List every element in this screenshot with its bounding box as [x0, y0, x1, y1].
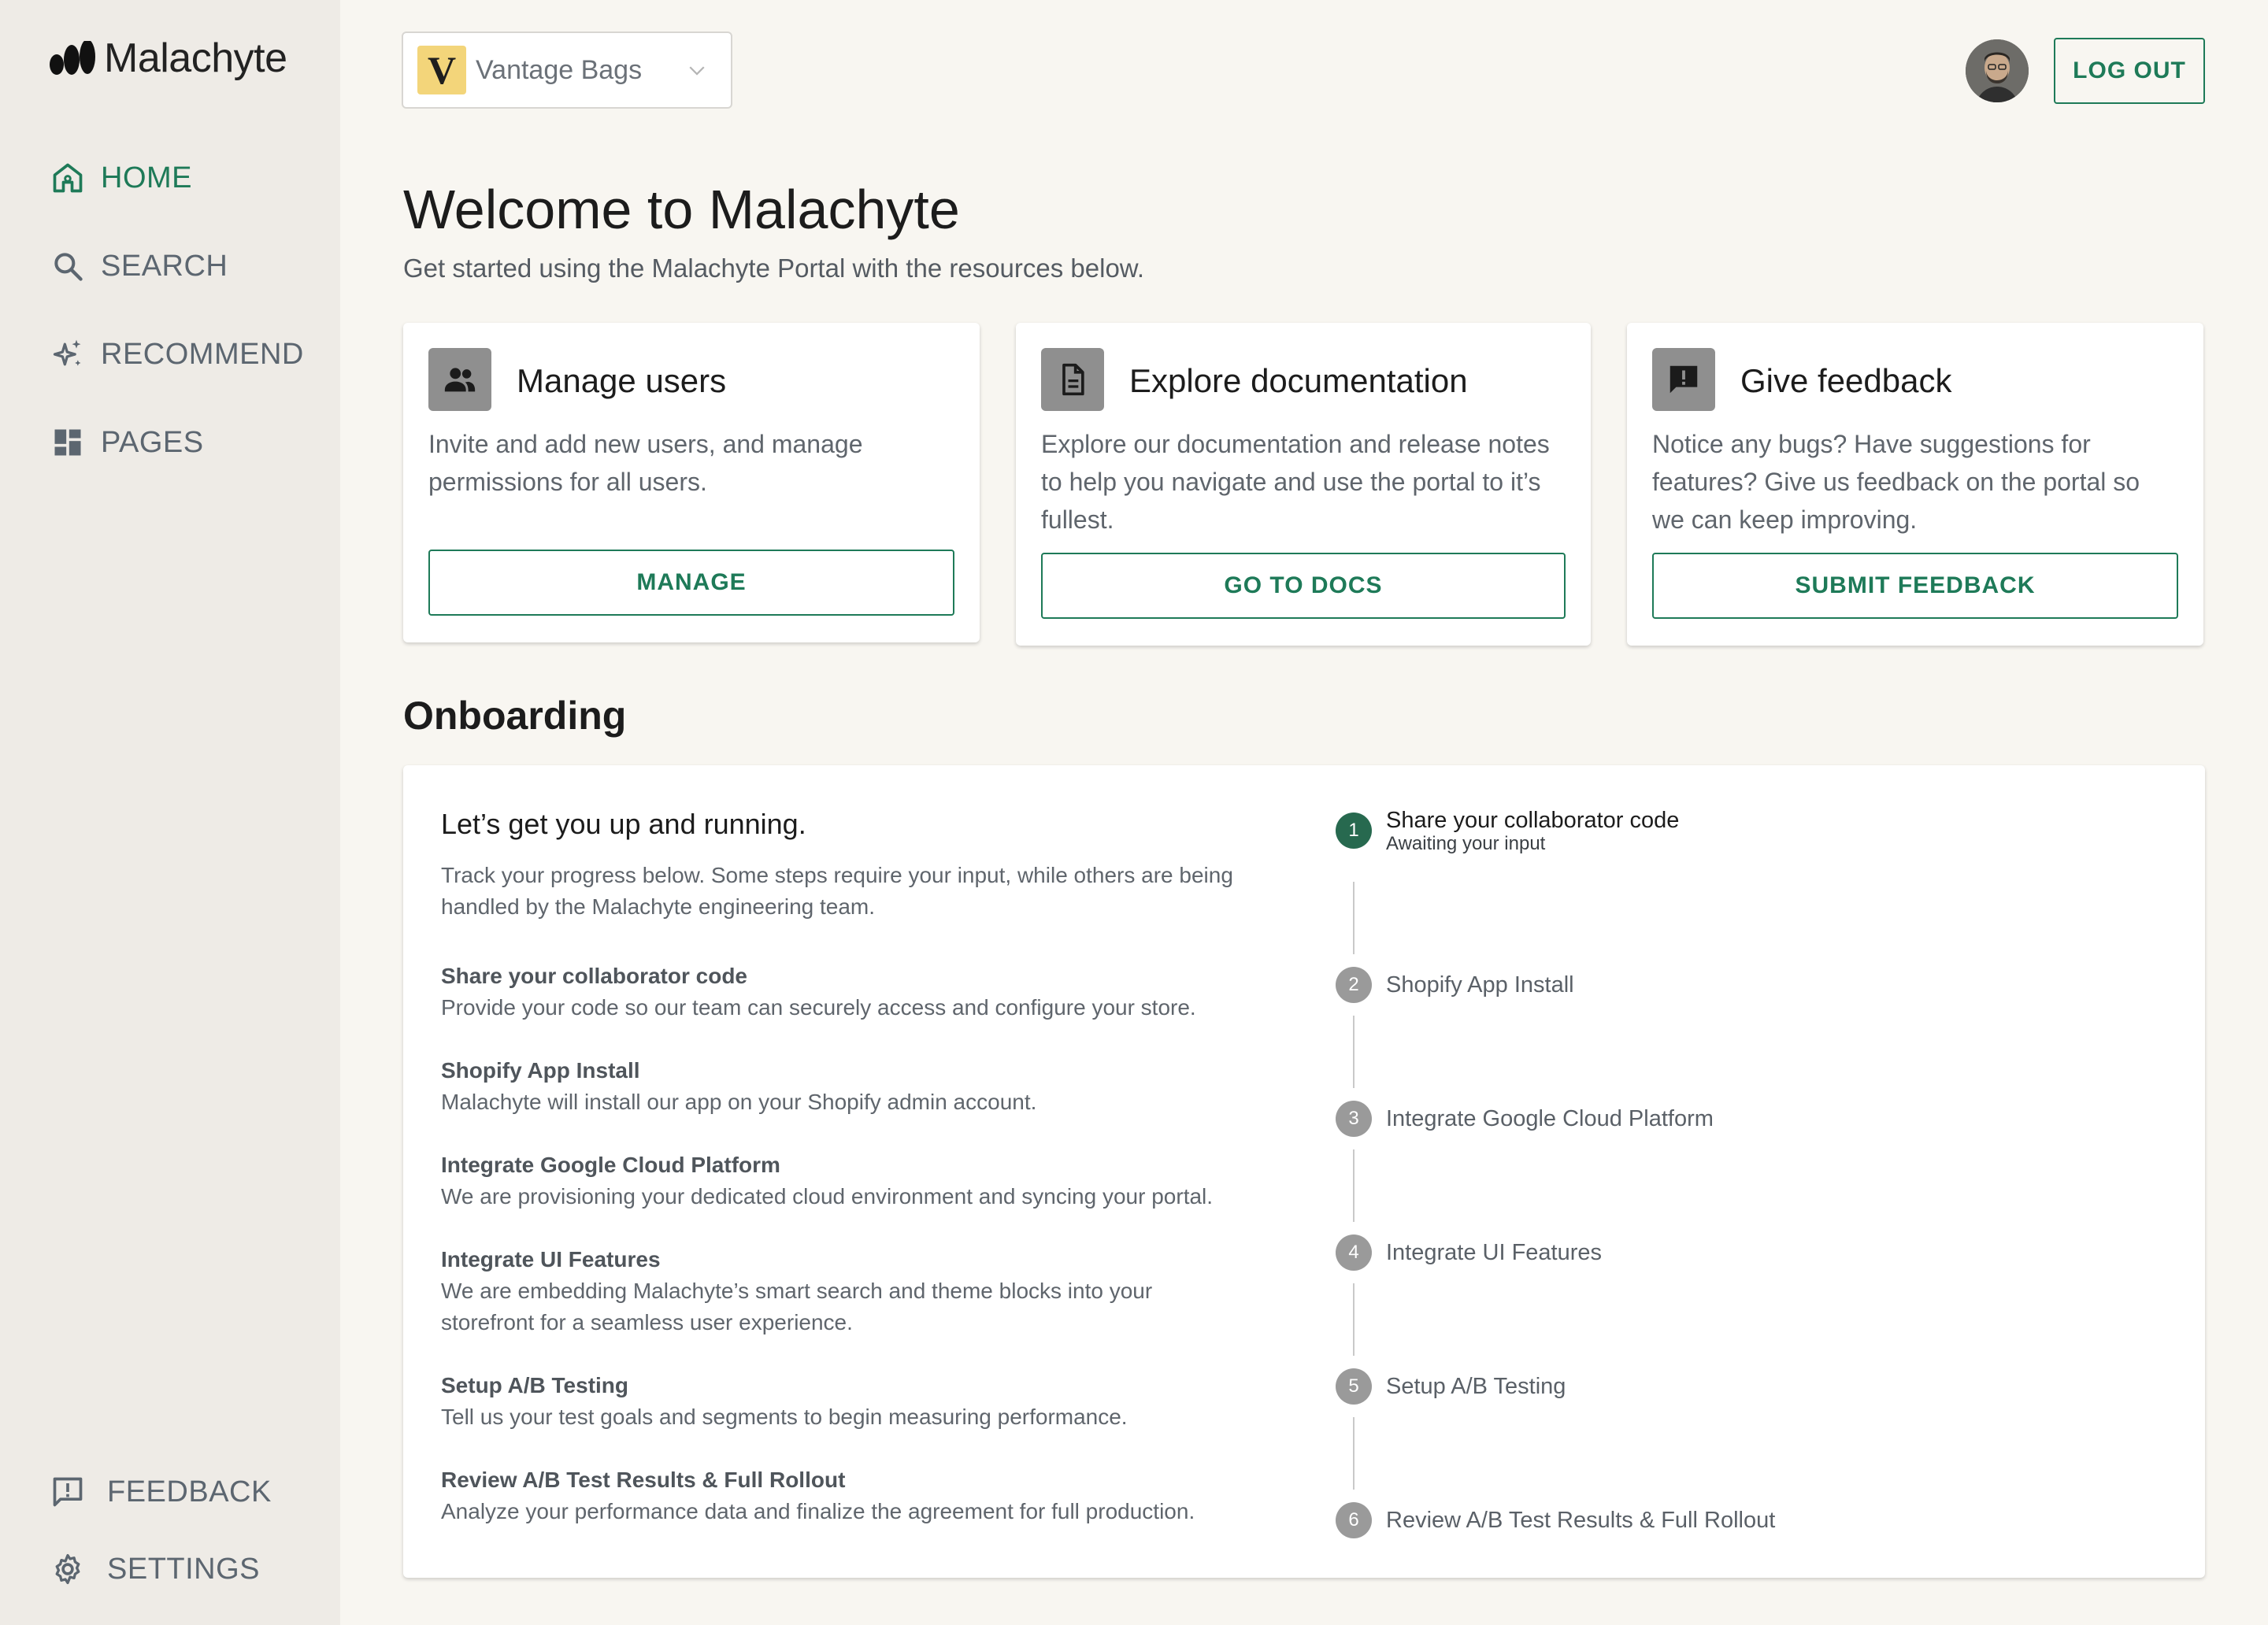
sparkle-icon	[50, 337, 85, 372]
step-title: Integrate UI Features	[441, 1247, 661, 1271]
onboarding-intro: Track your progress below. Some steps re…	[441, 863, 1233, 919]
step-description: Provide your code so our team can secure…	[441, 995, 1196, 1020]
sidebar-item-search[interactable]: SEARCH	[50, 222, 304, 310]
step-number-badge: 6	[1336, 1502, 1372, 1538]
sidebar-item-label: HOME	[101, 161, 192, 194]
sidebar-item-label: PAGES	[101, 425, 204, 459]
stepper-step-label: Integrate UI Features	[1386, 1240, 1603, 1265]
store-name: Vantage Bags	[476, 54, 643, 85]
store-selector[interactable]: V Vantage Bags	[402, 31, 732, 109]
onboarding-step: Integrate UI Features We are embedding M…	[441, 1244, 1197, 1338]
step-description: Malachyte will install our app on your S…	[441, 1090, 1037, 1114]
onboarding-step: Integrate Google Cloud Platform We are p…	[441, 1149, 1268, 1212]
stepper-connector	[1353, 1149, 1354, 1222]
store-logo: V	[417, 46, 466, 94]
stepper-connector	[1353, 1283, 1354, 1356]
manage-button[interactable]: MANAGE	[428, 550, 954, 616]
search-icon	[50, 249, 85, 283]
stepper-step-label: Share your collaborator code	[1386, 808, 1680, 833]
card-title: Give feedback	[1740, 362, 1952, 399]
card-give-feedback: Give feedback Notice any bugs? Have sugg…	[1627, 323, 2203, 646]
stepper-step-text: Share your collaborator code Awaiting yo…	[1372, 808, 1679, 855]
onboarding-step: Setup A/B Testing Tell us your test goal…	[441, 1370, 1268, 1433]
go-to-docs-button[interactable]: GO TO DOCS	[1041, 553, 1566, 619]
bottom-nav: FEEDBACK SETTINGS	[50, 1453, 272, 1608]
stepper-step-2[interactable]: 2 Shopify App Install	[1336, 967, 1574, 1003]
onboarding-step: Share your collaborator code Provide you…	[441, 961, 1268, 1023]
brand-logo[interactable]: Malachyte	[49, 35, 287, 82]
step-title: Integrate Google Cloud Platform	[441, 1153, 780, 1177]
stepper-step-1[interactable]: 1 Share your collaborator code Awaiting …	[1336, 808, 1679, 855]
card-explore-documentation: Explore documentation Explore our docume…	[1016, 323, 1591, 646]
step-number-badge: 1	[1336, 812, 1372, 849]
step-title: Review A/B Test Results & Full Rollout	[441, 1468, 846, 1492]
sidebar-item-label: SETTINGS	[107, 1552, 261, 1586]
step-title: Setup A/B Testing	[441, 1373, 628, 1397]
chevron-down-icon	[685, 58, 709, 86]
avatar[interactable]	[1966, 39, 2029, 102]
brand-name: Malachyte	[104, 35, 287, 81]
step-number-badge: 5	[1336, 1368, 1372, 1405]
card-title: Explore documentation	[1129, 362, 1468, 399]
card-manage-users: Manage users Invite and add new users, a…	[403, 323, 980, 642]
onboarding-panel: Let’s get you up and running. Track your…	[403, 765, 2205, 1578]
stepper-connector	[1353, 1016, 1354, 1088]
onboarding-stepper: 1 Share your collaborator code Awaiting …	[1336, 765, 2123, 1578]
home-icon	[50, 161, 85, 195]
onboarding-heading: Let’s get you up and running.	[441, 808, 806, 840]
step-description: Tell us your test goals and segments to …	[441, 1405, 1128, 1429]
sidebar: Malachyte HOME SEARCH RECOMMEND PAGES FE…	[0, 0, 340, 1625]
users-icon	[428, 348, 491, 411]
sidebar-item-recommend[interactable]: RECOMMEND	[50, 310, 304, 398]
stepper-step-label: Setup A/B Testing	[1386, 1374, 1566, 1399]
card-description: Notice any bugs? Have suggestions for fe…	[1652, 430, 2140, 534]
main-nav: HOME SEARCH RECOMMEND PAGES	[50, 134, 304, 487]
stepper-step-label: Integrate Google Cloud Platform	[1386, 1106, 1714, 1131]
stepper-step-status: Awaiting your input	[1386, 833, 1546, 854]
stepper-connector	[1353, 882, 1354, 954]
dashboard-icon	[50, 425, 85, 460]
sidebar-item-label: FEEDBACK	[107, 1475, 272, 1508]
sidebar-item-pages[interactable]: PAGES	[50, 398, 304, 487]
gear-icon	[50, 1552, 85, 1586]
step-title: Shopify App Install	[441, 1058, 640, 1083]
onboarding-step: Shopify App Install Malachyte will insta…	[441, 1055, 1268, 1118]
card-description: Explore our documentation and release no…	[1041, 430, 1550, 534]
stepper-step-label: Review A/B Test Results & Full Rollout	[1386, 1508, 1776, 1533]
card-description: Invite and add new users, and manage per…	[428, 430, 863, 496]
user-avatar-icon	[1966, 39, 2029, 102]
sidebar-item-label: RECOMMEND	[101, 337, 304, 371]
step-number-badge: 4	[1336, 1234, 1372, 1271]
onboarding-step: Review A/B Test Results & Full Rollout A…	[441, 1464, 1268, 1527]
stepper-step-5[interactable]: 5 Setup A/B Testing	[1336, 1368, 1566, 1405]
submit-feedback-button[interactable]: SUBMIT FEEDBACK	[1652, 553, 2178, 619]
step-title: Share your collaborator code	[441, 964, 747, 988]
stepper-step-4[interactable]: 4 Integrate UI Features	[1336, 1234, 1602, 1271]
sidebar-item-home[interactable]: HOME	[50, 134, 304, 222]
document-icon	[1041, 348, 1104, 411]
card-title: Manage users	[517, 362, 727, 399]
sidebar-item-label: SEARCH	[101, 249, 228, 283]
stepper-connector	[1353, 1417, 1354, 1490]
malachyte-logo-icon	[50, 41, 95, 75]
sidebar-item-settings[interactable]: SETTINGS	[50, 1531, 272, 1608]
stepper-step-3[interactable]: 3 Integrate Google Cloud Platform	[1336, 1101, 1714, 1137]
step-number-badge: 2	[1336, 967, 1372, 1003]
feedback-alert-icon	[1652, 348, 1715, 411]
section-title-onboarding: Onboarding	[403, 694, 627, 738]
page-subtitle: Get started using the Malachyte Portal w…	[403, 254, 1144, 283]
sidebar-item-feedback[interactable]: FEEDBACK	[50, 1453, 272, 1531]
step-description: We are embedding Malachyte’s smart searc…	[441, 1279, 1153, 1334]
step-description: We are provisioning your dedicated cloud…	[441, 1184, 1214, 1209]
step-number-badge: 3	[1336, 1101, 1372, 1137]
stepper-step-6[interactable]: 6 Review A/B Test Results & Full Rollout	[1336, 1502, 1775, 1538]
stepper-step-label: Shopify App Install	[1386, 972, 1574, 998]
feedback-icon	[50, 1475, 85, 1509]
step-description: Analyze your performance data and finali…	[441, 1499, 1195, 1523]
logout-button[interactable]: LOG OUT	[2054, 38, 2205, 104]
page-title: Welcome to Malachyte	[403, 179, 960, 240]
